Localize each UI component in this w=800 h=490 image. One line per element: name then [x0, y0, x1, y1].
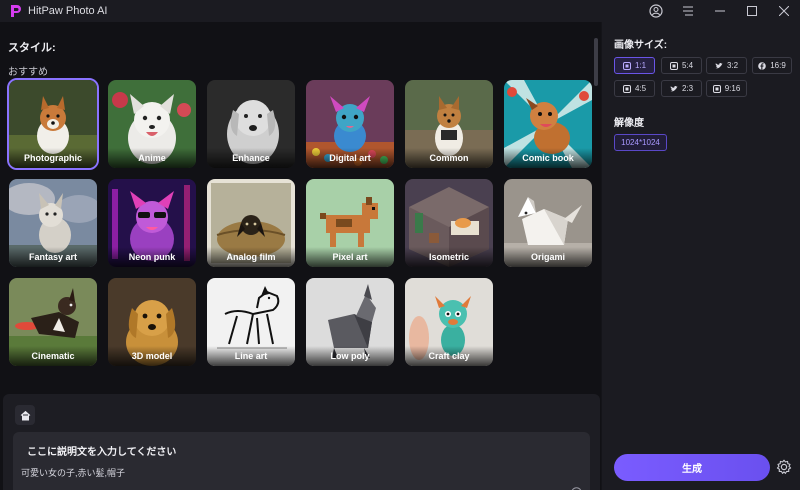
- style-tile-label: Comic book: [504, 148, 592, 168]
- title-bar: HitPaw Photo AI: [0, 0, 800, 22]
- style-tile-label: Photographic: [9, 148, 97, 168]
- style-tile-label: Neon punk: [108, 247, 196, 267]
- style-tile-label: 3D model: [108, 346, 196, 366]
- ratio-label: 4:5: [634, 84, 647, 93]
- square-icon: [669, 61, 678, 70]
- style-panel: スタイル: おすすめ Photographic Anime Enhance Di…: [0, 22, 601, 490]
- style-tile-neon-punk[interactable]: Neon punk: [108, 179, 196, 267]
- maximize-icon: [747, 6, 757, 16]
- style-tile-pixel-art[interactable]: Pixel art: [306, 179, 394, 267]
- ratio-16-9-button[interactable]: 16:9: [752, 57, 792, 74]
- window-controls: [640, 0, 800, 22]
- minimize-button[interactable]: [704, 0, 736, 22]
- prompt-panel: ここに説明文を入力してください: [3, 394, 600, 490]
- menu-icon: [683, 6, 693, 16]
- generate-button[interactable]: 生成: [614, 454, 770, 481]
- ratio-4-5-button[interactable]: 4:5: [614, 80, 655, 97]
- style-tile-label: Low poly: [306, 346, 394, 366]
- style-tile-analog-film[interactable]: Analog film: [207, 179, 295, 267]
- style-tile-label: Fantasy art: [9, 247, 97, 267]
- settings-panel: 画像サイズ: 1:1 5:4 3:2 16:9 4:5 2:3 9:16 解像度…: [602, 22, 800, 490]
- ratio-label: 16:9: [770, 61, 786, 70]
- resolution-heading: 解像度: [614, 118, 644, 129]
- square-icon: [622, 84, 631, 93]
- style-tile-label: Digital art: [306, 148, 394, 168]
- ratio-5-4-button[interactable]: 5:4: [661, 57, 702, 74]
- prompt-input[interactable]: [21, 464, 561, 480]
- style-tile-label: Enhance: [207, 148, 295, 168]
- style-tile-label: Analog film: [207, 247, 295, 267]
- user-icon: [649, 4, 663, 18]
- home-button[interactable]: [15, 405, 35, 425]
- style-tile-low-poly[interactable]: Low poly: [306, 278, 394, 366]
- close-button[interactable]: [768, 0, 800, 22]
- ratio-1-1-button[interactable]: 1:1: [614, 57, 655, 74]
- scrollbar-thumb[interactable]: [594, 38, 598, 86]
- style-tile-cinematic[interactable]: Cinematic: [9, 278, 97, 366]
- style-tile-photographic[interactable]: Photographic: [7, 78, 99, 170]
- resolution-chip[interactable]: 1024*1024: [614, 134, 667, 151]
- style-tile-common[interactable]: Common: [405, 80, 493, 168]
- recommended-heading: おすすめ: [8, 67, 48, 78]
- app-title: HitPaw Photo AI: [28, 5, 108, 17]
- ratio-label: 3:2: [726, 61, 739, 70]
- style-tile-label: Line art: [207, 346, 295, 366]
- twitter-icon: [715, 62, 723, 70]
- style-tile-line-art[interactable]: Line art: [207, 278, 295, 366]
- maximize-button[interactable]: [736, 0, 768, 22]
- twitter-icon: [670, 85, 678, 93]
- style-tile-label: Origami: [504, 247, 592, 267]
- minimize-icon: [715, 10, 725, 12]
- prompt-box: ここに説明文を入力してください: [13, 432, 590, 490]
- ratio-label: 1:1: [634, 61, 647, 70]
- ratio-3-2-button[interactable]: 3:2: [706, 57, 747, 74]
- style-tile-label: Anime: [108, 148, 196, 168]
- style-tile-3d-model[interactable]: 3D model: [108, 278, 196, 366]
- style-tile-fantasy-art[interactable]: Fantasy art: [9, 179, 97, 267]
- style-tile-label: Cinematic: [9, 346, 97, 366]
- ratio-label: 2:3: [681, 84, 694, 93]
- style-tile-isometric[interactable]: Isometric: [405, 179, 493, 267]
- ratio-label: 5:4: [681, 61, 694, 70]
- square-icon: [622, 61, 631, 70]
- clear-button[interactable]: [571, 485, 582, 490]
- style-tile-enhance[interactable]: Enhance: [207, 80, 295, 168]
- home-icon: [20, 410, 30, 420]
- image-size-heading: 画像サイズ:: [614, 40, 668, 51]
- style-heading: スタイル:: [8, 42, 56, 54]
- style-tile-label: Pixel art: [306, 247, 394, 267]
- style-tile-label: Isometric: [405, 247, 493, 267]
- ratio-label: 9:16: [724, 84, 741, 93]
- style-tile-comic-book[interactable]: Comic book: [504, 80, 592, 168]
- style-tile-craft-clay[interactable]: Craft clay: [405, 278, 493, 366]
- square-icon: [712, 84, 721, 93]
- settings-button[interactable]: [776, 459, 792, 475]
- close-icon: [779, 6, 789, 16]
- gear-icon: [776, 459, 792, 474]
- menu-button[interactable]: [672, 0, 704, 22]
- style-tile-label: Craft clay: [405, 346, 493, 366]
- style-tile-origami[interactable]: Origami: [504, 179, 592, 267]
- prompt-label: ここに説明文を入力してください: [27, 447, 177, 458]
- style-tile-digital-art[interactable]: Digital art: [306, 80, 394, 168]
- style-tile-label: Common: [405, 148, 493, 168]
- ratio-9-16-button[interactable]: 9:16: [706, 80, 747, 97]
- ratio-2-3-button[interactable]: 2:3: [661, 80, 702, 97]
- app-logo-icon: [10, 4, 22, 18]
- facebook-icon: [758, 61, 767, 70]
- style-tile-anime[interactable]: Anime: [108, 80, 196, 168]
- account-button[interactable]: [640, 0, 672, 22]
